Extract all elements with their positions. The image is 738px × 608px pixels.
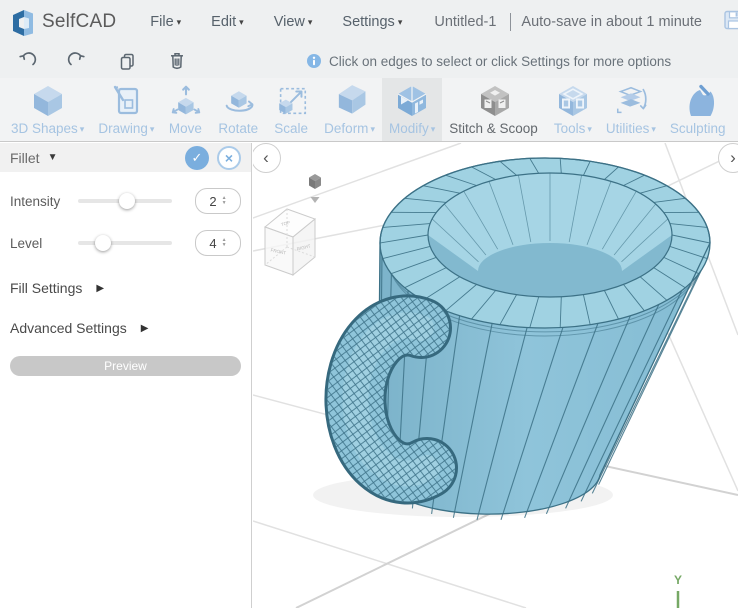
copy-icon bbox=[120, 53, 134, 70]
app-name: SelfCAD bbox=[42, 11, 117, 32]
autosave-status: Auto-save in about 1 minute bbox=[521, 14, 702, 30]
fill-settings-expander[interactable]: Fill Settings ▶ bbox=[0, 280, 251, 296]
info-icon bbox=[307, 54, 321, 68]
intensity-stepper[interactable]: ▲ ▼ bbox=[222, 196, 227, 206]
chevron-down-icon: ▾ bbox=[149, 124, 155, 134]
copy-button[interactable] bbox=[116, 50, 138, 72]
view-cube[interactable]: TOP FRONT RIGHT bbox=[263, 208, 317, 277]
chevron-right-icon: ▶ bbox=[96, 282, 105, 294]
divider bbox=[510, 13, 512, 31]
redo-button[interactable] bbox=[66, 50, 88, 72]
chevron-down-icon: ▾ bbox=[239, 17, 244, 27]
toolbar-tools[interactable]: Tools ▾ bbox=[547, 78, 599, 141]
delete-button[interactable] bbox=[166, 50, 188, 72]
menu-bar: File ▾ Edit ▾ View ▾ Settings ▾ bbox=[150, 14, 402, 30]
axis-indicator: Y bbox=[674, 573, 682, 608]
toolbar-utilities[interactable]: Utilities ▾ bbox=[599, 78, 663, 141]
toolbar-stitch-scoop[interactable]: Stitch & Scoop bbox=[442, 78, 547, 141]
slider-handle[interactable] bbox=[95, 235, 112, 251]
chevron-down-icon: ▾ bbox=[397, 17, 403, 27]
preview-button[interactable]: Preview bbox=[10, 356, 241, 376]
intensity-value-field[interactable]: 2 ▲ ▼ bbox=[195, 188, 241, 214]
scale-cube-icon bbox=[279, 87, 307, 115]
rotate-cube-icon bbox=[225, 91, 254, 112]
chevron-down-icon: ▾ bbox=[651, 124, 656, 134]
gizmo-arrow-down-icon bbox=[310, 197, 320, 203]
intensity-control: Intensity 2 ▲ ▼ bbox=[0, 188, 251, 214]
app-logo[interactable]: SelfCAD bbox=[0, 7, 116, 37]
toolbar-rotate[interactable]: Rotate bbox=[211, 78, 267, 141]
document-name[interactable]: Untitled-1 bbox=[434, 14, 496, 30]
panel-header: Fillet ▼ ✓ × bbox=[0, 143, 251, 172]
quick-action-bar: Click on edges to select or click Settin… bbox=[0, 44, 738, 78]
chevron-down-icon: ▾ bbox=[307, 17, 313, 27]
toolbar-deform[interactable]: Deform ▾ bbox=[317, 78, 382, 141]
chevron-down-icon: ▾ bbox=[176, 17, 182, 27]
deform-cube-icon bbox=[338, 83, 366, 116]
save-button[interactable] bbox=[723, 9, 738, 36]
floppy-disk-icon bbox=[724, 10, 738, 29]
chevron-down-icon: ▾ bbox=[430, 124, 436, 134]
drawing-board-icon bbox=[114, 85, 139, 115]
level-slider[interactable] bbox=[78, 235, 172, 251]
level-control: Level 4 ▲ ▼ bbox=[0, 230, 251, 256]
level-stepper[interactable]: ▲ ▼ bbox=[222, 238, 227, 248]
menu-file[interactable]: File ▾ bbox=[150, 14, 181, 30]
move-cube-icon bbox=[172, 85, 201, 115]
toolbar-sculpting[interactable]: Sculpting bbox=[663, 78, 735, 141]
title-bar: SelfCAD File ▾ Edit ▾ View ▾ Settings ▾ Unti… bbox=[0, 0, 738, 44]
panel-collapse-toggle[interactable]: ▼ bbox=[48, 152, 58, 163]
viewport-3d[interactable]: TOP FRONT RIGHT Y ‹ › bbox=[253, 143, 738, 608]
info-message: Click on edges to select or click Settin… bbox=[306, 53, 671, 69]
level-value-field[interactable]: 4 ▲ ▼ bbox=[195, 230, 241, 256]
selfcad-logo-icon bbox=[13, 10, 33, 36]
menu-view[interactable]: View ▾ bbox=[274, 14, 313, 30]
check-icon: ✓ bbox=[191, 149, 203, 165]
stepper-down-icon: ▼ bbox=[221, 200, 227, 206]
modify-cube-icon bbox=[397, 86, 427, 116]
toolbar-modify[interactable]: Modify ▾ bbox=[381, 78, 443, 141]
fillet-panel: Fillet ▼ ✓ × Intensity 2 ▲ ▼ Level 4 ▲ ▼… bbox=[0, 143, 252, 608]
sculpt-hand-icon bbox=[689, 84, 714, 116]
axis-y-label: Y bbox=[674, 573, 682, 587]
menu-settings[interactable]: Settings ▾ bbox=[342, 14, 402, 30]
chevron-right-icon: ▶ bbox=[140, 322, 149, 334]
toolbar-drawing[interactable]: Drawing ▾ bbox=[91, 78, 161, 141]
chevron-down-icon: ▾ bbox=[79, 124, 85, 134]
chevron-down-icon: ▾ bbox=[370, 124, 375, 134]
advanced-settings-expander[interactable]: Advanced Settings ▶ bbox=[0, 320, 251, 336]
cancel-button[interactable]: × bbox=[217, 145, 241, 170]
slider-handle[interactable] bbox=[118, 193, 135, 209]
toolbar-move[interactable]: Move bbox=[161, 78, 211, 141]
panel-title: Fillet bbox=[10, 149, 40, 166]
tools-cube-icon bbox=[558, 86, 587, 116]
undo-icon bbox=[19, 52, 37, 66]
menu-edit[interactable]: Edit ▾ bbox=[211, 14, 244, 30]
scene-canvas[interactable]: TOP FRONT RIGHT Y bbox=[253, 143, 738, 608]
level-label: Level bbox=[10, 235, 43, 251]
orientation-gizmo[interactable] bbox=[309, 174, 321, 203]
chevron-down-icon: ▾ bbox=[587, 124, 592, 134]
chevron-right-icon: › bbox=[730, 148, 736, 167]
intensity-slider[interactable] bbox=[78, 193, 172, 209]
toolbar-3d-shapes[interactable]: 3D Shapes ▾ bbox=[4, 78, 91, 141]
mug-model[interactable] bbox=[324, 157, 711, 520]
selfcad-app: SelfCAD File ▾ Edit ▾ View ▾ Settings ▾ Unti… bbox=[0, 0, 738, 608]
toolbar-scale[interactable]: Scale bbox=[267, 78, 317, 141]
main-toolbar: 3D Shapes ▾ Drawing ▾ Move Rotate Scale … bbox=[0, 78, 738, 142]
redo-icon bbox=[67, 52, 85, 66]
close-icon: × bbox=[224, 149, 234, 166]
trash-icon bbox=[171, 53, 183, 70]
cube-icon bbox=[33, 86, 62, 116]
intensity-label: Intensity bbox=[10, 193, 61, 209]
stitch-scoop-cube-icon bbox=[480, 86, 509, 116]
undo-button[interactable] bbox=[16, 50, 38, 72]
chevron-left-icon: ‹ bbox=[263, 148, 269, 167]
stepper-down-icon: ▼ bbox=[221, 242, 227, 248]
confirm-button[interactable]: ✓ bbox=[185, 145, 209, 170]
layer-stack-icon bbox=[616, 86, 647, 114]
